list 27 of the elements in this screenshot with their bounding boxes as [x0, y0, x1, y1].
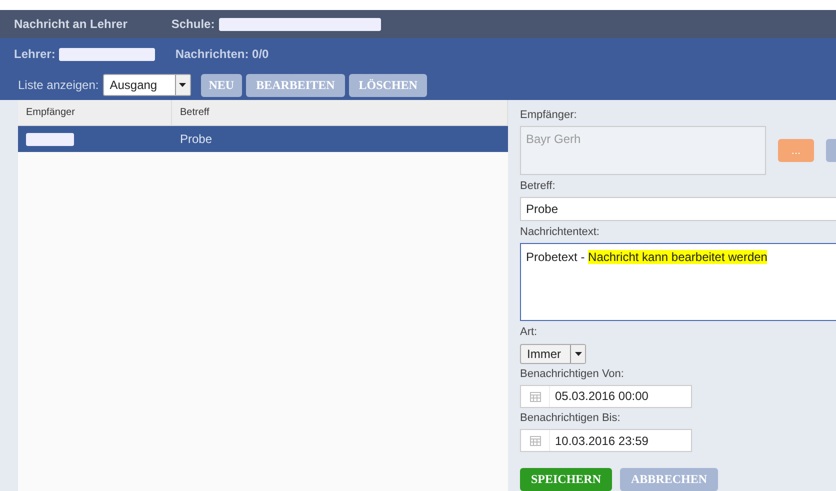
field-label: Empfänger: [520, 108, 578, 123]
message-textarea[interactable]: Probetext - Nachricht kann bearbeitet werden [520, 242, 836, 322]
caret-icon [574, 352, 582, 356]
column-header: Empfänger [18, 100, 172, 125]
page-title: Nachricht an Lehrer [14, 17, 128, 31]
message-count: Nachrichten: 0/0 [175, 47, 269, 61]
field-label: Nachrichtentext: [520, 225, 600, 240]
column-header: Betreff [172, 100, 508, 125]
field-label: Benachrichtigen Von: [520, 366, 625, 382]
date-field[interactable]: 05.03.2016 00:00 [520, 385, 692, 408]
table-row[interactable]: Probe [18, 126, 508, 152]
teacher-label: Lehrer: [14, 47, 56, 61]
calendar-icon [530, 390, 540, 402]
form-button[interactable]: SPEICHERN [520, 468, 612, 491]
field-label: Art: [520, 325, 538, 340]
table-cell-text: Probe [179, 131, 214, 148]
date-field[interactable]: 10.03.2016 23:59 [520, 429, 692, 452]
redaction-bar [26, 132, 74, 146]
list-label: Liste anzeigen: [18, 78, 99, 92]
subject-field[interactable]: Probe [520, 196, 836, 221]
caret-icon [179, 83, 186, 87]
field-label: Benachrichtigen Bis: [520, 411, 622, 426]
calendar-icon [530, 435, 540, 446]
art-select[interactable]: Immer [520, 344, 586, 364]
list-select[interactable]: Ausgang [102, 74, 191, 96]
field-label: Betreff: [520, 179, 556, 194]
school-label: Schule: [171, 17, 215, 31]
